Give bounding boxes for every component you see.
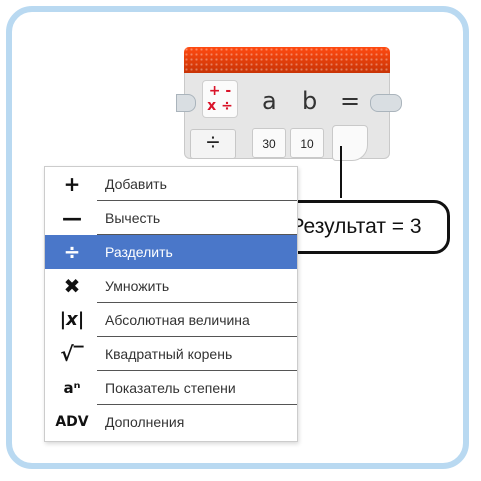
input-a-field[interactable]: 30 — [252, 128, 286, 158]
divide-icon: ÷ — [63, 240, 81, 264]
multiply-icon: ✖ — [63, 274, 81, 298]
menu-item-multiply[interactable]: ✖ Умножить — [45, 269, 297, 303]
square-root-icon: √‾ — [60, 342, 84, 366]
menu-item-label: Вычесть — [105, 210, 161, 226]
mode-dropdown-menu: + Добавить — Вычесть ÷ Разделить ✖ Умнож… — [44, 166, 298, 442]
menu-item-square-root[interactable]: √‾ Квадратный корень — [45, 337, 297, 371]
menu-item-label: Квадратный корень — [105, 346, 233, 362]
result-output-plug[interactable] — [332, 125, 368, 161]
menu-item-label: Показатель степени — [105, 380, 236, 396]
minus-icon: — — [62, 206, 82, 230]
math-operations-icon: + - x ÷ — [202, 80, 238, 118]
menu-item-divide[interactable]: ÷ Разделить — [45, 235, 297, 269]
advanced-icon: ADV — [55, 414, 89, 430]
menu-item-label: Дополнения — [105, 414, 185, 430]
param-label-result: = — [340, 87, 361, 115]
menu-item-label: Добавить — [105, 176, 167, 192]
exponent-icon: aⁿ — [63, 379, 81, 397]
math-icon-top: + - — [208, 83, 232, 99]
menu-item-label: Умножить — [105, 278, 170, 294]
menu-item-exponent[interactable]: aⁿ Показатель степени — [45, 371, 297, 405]
sequence-input-connector[interactable] — [176, 94, 196, 112]
menu-item-label: Разделить — [105, 244, 173, 260]
plus-icon: + — [63, 172, 81, 196]
data-wire — [340, 146, 342, 198]
menu-item-add[interactable]: + Добавить — [45, 167, 297, 201]
block-header[interactable] — [184, 47, 390, 73]
menu-item-advanced[interactable]: ADV Дополнения — [45, 405, 297, 439]
sequence-output-connector[interactable] — [370, 94, 402, 112]
menu-item-absolute-value[interactable]: |x| Абсолютная величина — [45, 303, 297, 337]
menu-item-subtract[interactable]: — Вычесть — [45, 201, 297, 235]
math-block[interactable]: + - x ÷ a b = ÷ 30 10 — [176, 47, 402, 167]
absolute-value-icon: |x| — [59, 309, 85, 330]
divide-icon: ÷ — [206, 129, 220, 156]
param-label-a: a — [262, 87, 277, 115]
param-label-b: b — [302, 87, 318, 115]
math-icon-bottom: x ÷ — [207, 98, 233, 114]
mode-selector-button[interactable]: ÷ — [190, 129, 236, 159]
input-b-field[interactable]: 10 — [290, 128, 324, 158]
menu-item-label: Абсолютная величина — [105, 312, 250, 328]
